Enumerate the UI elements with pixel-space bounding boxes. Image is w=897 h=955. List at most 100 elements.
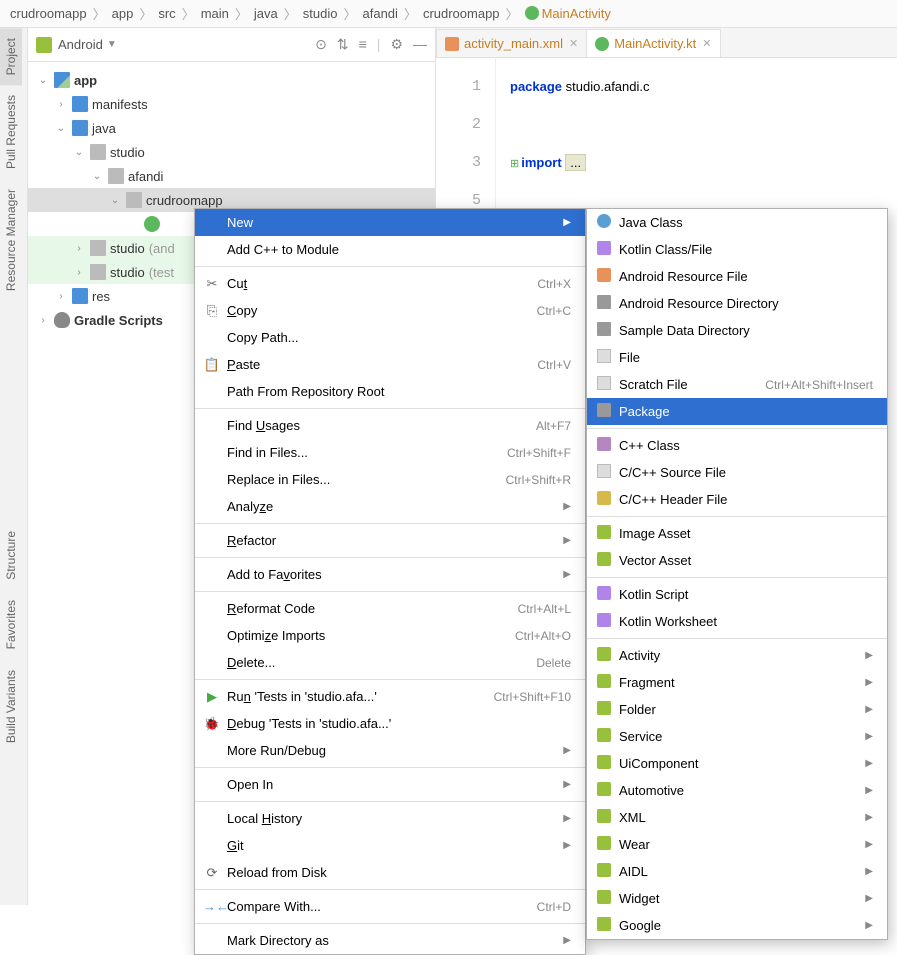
dropdown-icon[interactable]: ▼ xyxy=(107,39,117,50)
menu-refactor[interactable]: Refactor▶ xyxy=(195,527,585,554)
menu-analyze[interactable]: Analyze▶ xyxy=(195,493,585,520)
menu-c-c-source-file[interactable]: C/C++ Source File xyxy=(587,459,887,486)
sort-icon[interactable]: ⇅ xyxy=(337,36,349,53)
item-icon xyxy=(595,728,613,745)
rail-structure[interactable]: Structure xyxy=(0,521,22,590)
menu-open-in[interactable]: Open In▶ xyxy=(195,771,585,798)
item-icon xyxy=(595,836,613,853)
menu-debug-tests-in-studio-afa-[interactable]: 🐞Debug 'Tests in 'studio.afa...' xyxy=(195,710,585,737)
menu-sample-data-directory[interactable]: Sample Data Directory xyxy=(587,317,887,344)
menu-xml[interactable]: XML▶ xyxy=(587,804,887,831)
menu-android-resource-file[interactable]: Android Resource File xyxy=(587,263,887,290)
crumb-studio[interactable]: studio xyxy=(301,6,340,21)
menu-fragment[interactable]: Fragment▶ xyxy=(587,669,887,696)
rail-build-variants[interactable]: Build Variants xyxy=(0,660,22,753)
rail-favorites[interactable]: Favorites xyxy=(0,590,22,659)
menu-paste[interactable]: 📋PasteCtrl+V xyxy=(195,351,585,378)
menu-path-from-repository-root[interactable]: Path From Repository Root xyxy=(195,378,585,405)
menu-scratch-file[interactable]: Scratch FileCtrl+Alt+Shift+Insert xyxy=(587,371,887,398)
close-icon[interactable]: ✕ xyxy=(569,37,578,50)
menu-label: Find Usages xyxy=(227,418,516,433)
crumb-afandi[interactable]: afandi xyxy=(361,6,400,21)
left-tool-rail: Project Pull Requests Resource Manager S… xyxy=(0,28,28,905)
item-icon: 📋 xyxy=(203,357,221,373)
menu-git[interactable]: Git▶ xyxy=(195,832,585,859)
menu-more-run-debug[interactable]: More Run/Debug▶ xyxy=(195,737,585,764)
menu-label: Analyze xyxy=(227,499,555,514)
close-icon[interactable]: ✕ xyxy=(702,37,711,50)
menu-aidl[interactable]: AIDL▶ xyxy=(587,858,887,885)
crumb-src[interactable]: src xyxy=(156,6,177,21)
menu-kotlin-script[interactable]: Kotlin Script xyxy=(587,581,887,608)
menu-vector-asset[interactable]: Vector Asset xyxy=(587,547,887,574)
rail-resource-manager[interactable]: Resource Manager xyxy=(0,179,22,301)
menu-android-resource-directory[interactable]: Android Resource Directory xyxy=(587,290,887,317)
menu-delete-[interactable]: Delete...Delete xyxy=(195,649,585,676)
panel-title[interactable]: Android xyxy=(58,37,103,52)
menu-file[interactable]: File xyxy=(587,344,887,371)
tree-studio[interactable]: ⌄studio xyxy=(28,140,435,164)
gear-icon[interactable]: ⚙ xyxy=(390,36,403,53)
crumb-crudroomapp[interactable]: crudroomapp xyxy=(8,6,89,21)
collapse-icon[interactable]: ≡ xyxy=(359,36,367,53)
rail-project[interactable]: Project xyxy=(0,28,22,85)
menu-kotlin-class-file[interactable]: Kotlin Class/File xyxy=(587,236,887,263)
menu-google[interactable]: Google▶ xyxy=(587,912,887,939)
menu-compare-with-[interactable]: →←Compare With...Ctrl+D xyxy=(195,893,585,920)
menu-image-asset[interactable]: Image Asset xyxy=(587,520,887,547)
code-area[interactable]: 1235 package studio.afandi.c ⊞import ... xyxy=(436,58,897,220)
shortcut: Ctrl+Alt+L xyxy=(518,602,571,616)
menu-wear[interactable]: Wear▶ xyxy=(587,831,887,858)
tree-afandi[interactable]: ⌄afandi xyxy=(28,164,435,188)
code-body[interactable]: package studio.afandi.c ⊞import ... xyxy=(496,58,650,220)
menu-package[interactable]: Package xyxy=(587,398,887,425)
tab-activity-main-xml[interactable]: activity_main.xml✕ xyxy=(436,29,587,57)
crumb-app[interactable]: app xyxy=(110,6,136,21)
menu-add-to-favorites[interactable]: Add to Favorites▶ xyxy=(195,561,585,588)
menu-replace-in-files-[interactable]: Replace in Files...Ctrl+Shift+R xyxy=(195,466,585,493)
menu-kotlin-worksheet[interactable]: Kotlin Worksheet xyxy=(587,608,887,635)
target-icon[interactable]: ⊙ xyxy=(315,36,327,53)
fold-icon[interactable]: ⊞ xyxy=(510,158,519,170)
menu-service[interactable]: Service▶ xyxy=(587,723,887,750)
menu-java-class[interactable]: Java Class xyxy=(587,209,887,236)
menu-optimize-imports[interactable]: Optimize ImportsCtrl+Alt+O xyxy=(195,622,585,649)
menu-run-tests-in-studio-afa-[interactable]: ▶Run 'Tests in 'studio.afa...'Ctrl+Shift… xyxy=(195,683,585,710)
menu-automotive[interactable]: Automotive▶ xyxy=(587,777,887,804)
menu-label: Kotlin Script xyxy=(619,587,873,602)
rail-pull-requests[interactable]: Pull Requests xyxy=(0,85,22,179)
menu-reformat-code[interactable]: Reformat CodeCtrl+Alt+L xyxy=(195,595,585,622)
menu-copy[interactable]: ⎘CopyCtrl+C xyxy=(195,297,585,324)
menu-new[interactable]: New▶ xyxy=(195,209,585,236)
crumb-crudroomapp[interactable]: crudroomapp xyxy=(421,6,502,21)
menu-find-in-files-[interactable]: Find in Files...Ctrl+Shift+F xyxy=(195,439,585,466)
menu-activity[interactable]: Activity▶ xyxy=(587,642,887,669)
tree-java[interactable]: ⌄java xyxy=(28,116,435,140)
menu-local-history[interactable]: Local History▶ xyxy=(195,805,585,832)
menu-uicomponent[interactable]: UiComponent▶ xyxy=(587,750,887,777)
menu-widget[interactable]: Widget▶ xyxy=(587,885,887,912)
tree-app[interactable]: ⌄app xyxy=(28,68,435,92)
menu-c-c-header-file[interactable]: C/C++ Header File xyxy=(587,486,887,513)
menu-mark-directory-as[interactable]: Mark Directory as▶ xyxy=(195,927,585,954)
minimize-icon[interactable]: — xyxy=(413,36,427,53)
crumb-java[interactable]: java xyxy=(252,6,280,21)
menu-copy-path-[interactable]: Copy Path... xyxy=(195,324,585,351)
menu-folder[interactable]: Folder▶ xyxy=(587,696,887,723)
menu-find-usages[interactable]: Find UsagesAlt+F7 xyxy=(195,412,585,439)
breadcrumb[interactable]: crudroomapp〉app〉src〉main〉java〉studio〉afa… xyxy=(0,0,897,28)
item-icon xyxy=(595,525,613,542)
menu-label: Activity xyxy=(619,648,857,663)
tree-manifests[interactable]: ›manifests xyxy=(28,92,435,116)
crumb-main[interactable]: main xyxy=(199,6,231,21)
shortcut: Ctrl+C xyxy=(537,304,571,318)
item-icon: →← xyxy=(203,899,221,914)
menu-c-class[interactable]: C++ Class xyxy=(587,432,887,459)
menu-add-c-to-module[interactable]: Add C++ to Module xyxy=(195,236,585,263)
menu-cut[interactable]: ✂CutCtrl+X xyxy=(195,270,585,297)
crumb-MainActivity[interactable]: MainActivity xyxy=(523,6,613,21)
menu-label: Mark Directory as xyxy=(227,933,555,948)
menu-reload-from-disk[interactable]: ⟳Reload from Disk xyxy=(195,859,585,886)
tab-mainactivity-kt[interactable]: MainActivity.kt✕ xyxy=(586,29,720,57)
item-icon xyxy=(595,782,613,799)
